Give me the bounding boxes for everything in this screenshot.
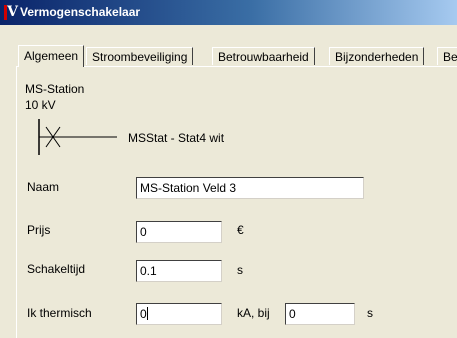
voltage-label: 10 kV	[25, 98, 56, 112]
prijs-unit: €	[237, 223, 244, 237]
circuit-breaker-symbol-icon	[38, 119, 117, 155]
dialog-window: V Vermogenschakelaar MS-Station 10 kV MS…	[0, 0, 457, 338]
window-title: Vermogenschakelaar	[20, 5, 141, 19]
naam-label: Naam	[27, 180, 60, 194]
ik-thermisch-value: 0	[140, 307, 147, 321]
ik-thermisch-time-unit: s	[367, 306, 373, 320]
prijs-input[interactable]: 0	[136, 221, 222, 243]
ik-thermisch-label: Ik thermisch	[27, 306, 92, 320]
schakeltijd-unit: s	[237, 263, 243, 277]
station-label: MS-Station	[25, 82, 85, 96]
ik-thermisch-time-input[interactable]: 0	[285, 303, 355, 325]
tab-bijzonderheden[interactable]: Bijzonderheden	[329, 47, 425, 65]
ik-thermisch-unit: kA, bij	[237, 306, 270, 320]
connection-label: MSStat - Stat4 wit	[128, 131, 225, 145]
tab-betrouwbaarheid[interactable]: Betrouwbaarheid	[212, 47, 315, 65]
schakeltijd-label: Schakeltijd	[27, 262, 86, 276]
title-bar[interactable]: V Vermogenschakelaar	[0, 0, 457, 25]
schakeltijd-input[interactable]: 0.1	[136, 260, 222, 282]
tab-stroombeveiliging[interactable]: Stroombeveiliging	[86, 47, 194, 65]
prijs-label: Prijs	[27, 223, 51, 237]
text-caret	[146, 307, 148, 320]
app-v-icon: V	[4, 5, 18, 20]
naam-input[interactable]: MS-Station Veld 3	[136, 177, 364, 199]
ik-thermisch-input[interactable]: 0	[136, 303, 222, 325]
tab-panel-algemeen: MS-Station 10 kV MSStat - Stat4 wit Naam…	[16, 66, 457, 338]
tab-be[interactable]: Be	[437, 47, 457, 65]
tab-algemeen[interactable]: Algemeen	[18, 45, 85, 67]
